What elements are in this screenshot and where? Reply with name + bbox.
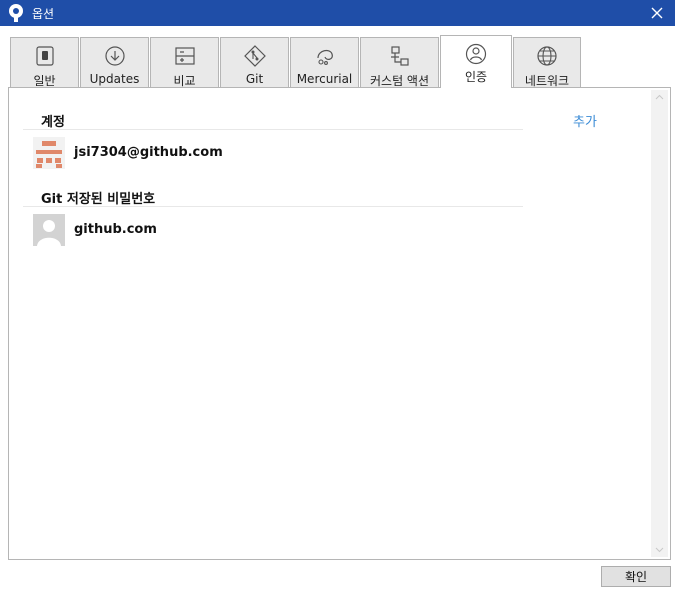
chevron-down-icon xyxy=(655,547,664,553)
accounts-section-header: 계정 xyxy=(23,108,523,130)
tab-label: Mercurial xyxy=(296,72,353,86)
user-icon xyxy=(465,43,487,65)
tab-diff[interactable]: 비교 xyxy=(150,37,219,88)
tab-git[interactable]: Git xyxy=(220,37,289,88)
tab-label: 인증 xyxy=(464,70,488,84)
scroll-down-button[interactable] xyxy=(651,543,668,557)
tab-general[interactable]: 일반 xyxy=(10,37,79,88)
tab-label: Updates xyxy=(89,72,140,86)
vertical-scrollbar[interactable] xyxy=(651,90,668,557)
account-email: jsi7304@github.com xyxy=(74,145,223,160)
tab-mercurial[interactable]: Mercurial xyxy=(290,37,359,88)
close-button[interactable] xyxy=(639,0,675,26)
chevron-up-icon xyxy=(655,94,664,100)
saved-password-host: github.com xyxy=(74,222,157,237)
globe-icon xyxy=(537,46,557,66)
close-icon xyxy=(651,7,663,19)
tab-label: Git xyxy=(245,72,264,86)
add-account-link[interactable]: 추가 xyxy=(573,111,597,130)
switch-icon xyxy=(35,46,54,66)
tab-custom-actions[interactable]: 커스텀 액션 xyxy=(360,37,439,88)
accounts-header: 계정 xyxy=(41,115,65,130)
mercurial-icon xyxy=(316,49,333,65)
title-bar: 옵션 xyxy=(0,0,675,26)
git-passwords-header: Git 저장된 비밀번호 xyxy=(41,192,156,207)
tab-network[interactable]: 네트워크 xyxy=(513,37,581,88)
saved-password-row[interactable]: github.com xyxy=(31,214,511,248)
identicon-avatar xyxy=(33,137,65,169)
window-title: 옵션 xyxy=(32,7,55,21)
download-icon xyxy=(104,46,125,66)
tab-updates[interactable]: Updates xyxy=(80,37,149,88)
options-window: 옵션 일반 Updates 비교 Git Mercurial 커스텀 액션 인증… xyxy=(0,0,675,593)
ok-button[interactable]: 확인 xyxy=(601,566,671,587)
diff-icon xyxy=(174,47,195,65)
scroll-up-button[interactable] xyxy=(651,90,668,104)
account-row[interactable]: jsi7304@github.com xyxy=(31,137,511,171)
tab-authentication[interactable]: 인증 xyxy=(440,35,512,88)
git-passwords-section-header: Git 저장된 비밀번호 xyxy=(23,185,523,207)
default-avatar xyxy=(33,214,65,246)
custom-action-icon xyxy=(390,46,409,66)
sourcetree-logo-icon xyxy=(8,4,24,22)
auth-panel: 계정 추가 jsi7304@github.com Git 저장된 비밀번호 gi… xyxy=(8,87,671,560)
git-icon xyxy=(243,45,266,67)
